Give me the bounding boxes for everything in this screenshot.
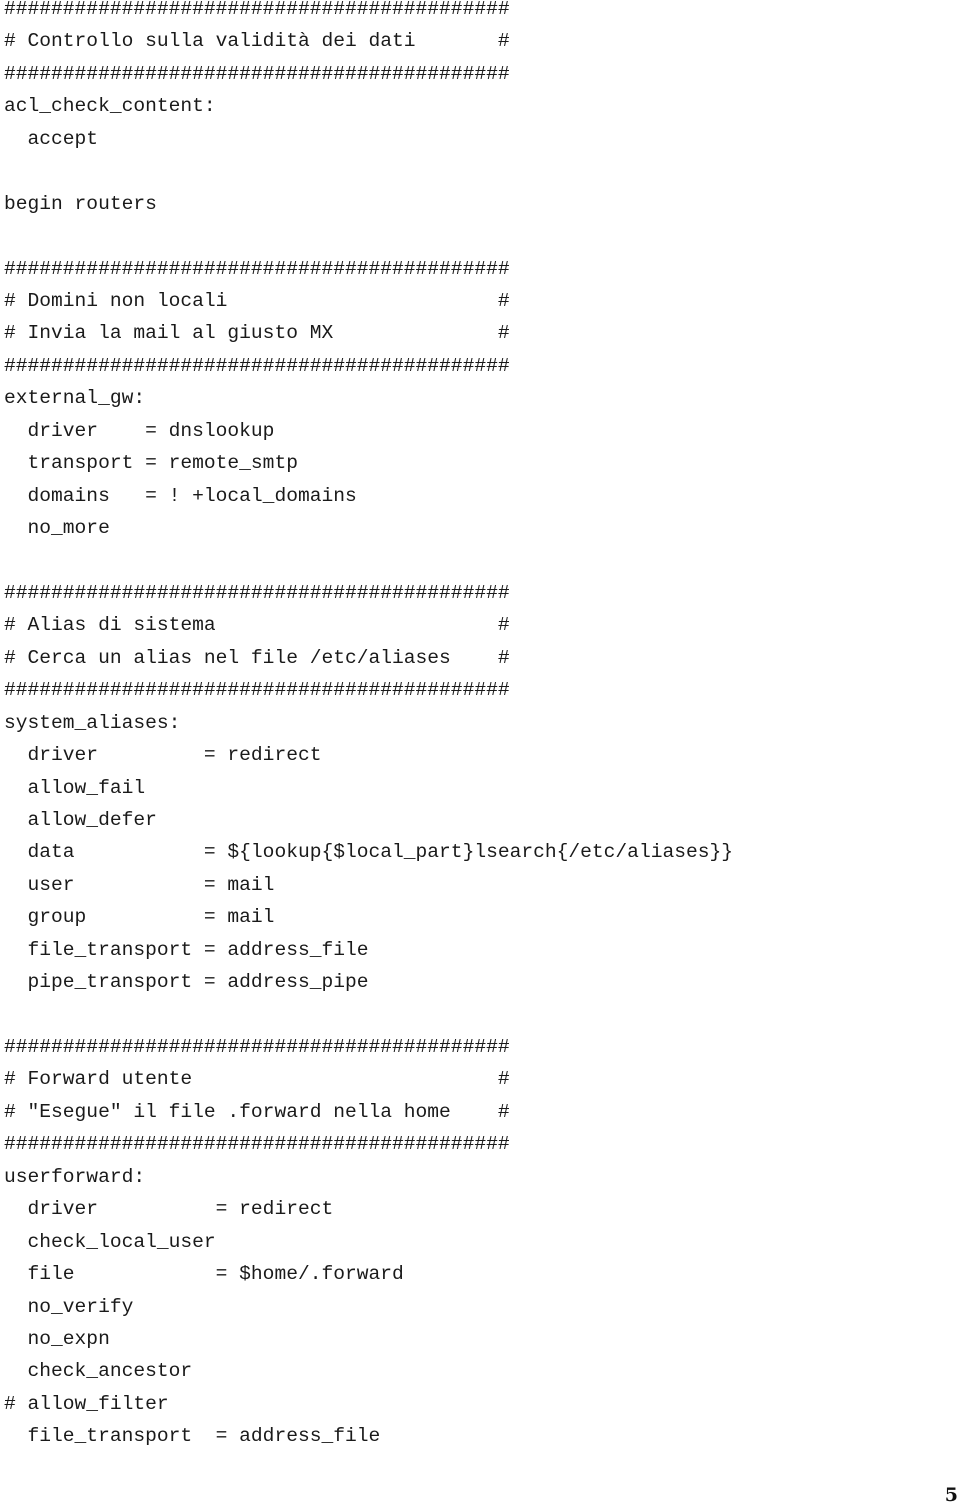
code-line: driver = redirect	[4, 1198, 334, 1221]
code-line: no_more	[4, 517, 110, 539]
code-line: check_ancestor	[4, 1360, 193, 1383]
code-line: user = mail	[4, 873, 275, 896]
code-line: allow_fail	[4, 776, 146, 799]
code-line: ########################################…	[4, 1133, 510, 1156]
page-number: 5	[944, 1484, 958, 1506]
code-line: ########################################…	[4, 1036, 510, 1058]
code-line: ########################################…	[4, 354, 510, 377]
code-line: group = mail	[4, 906, 275, 929]
code-line: domains = ! +local_domains	[4, 484, 357, 507]
code-line: file = $home/.forward	[4, 1263, 404, 1286]
code-line: # Controllo sulla validità dei dati #	[4, 30, 510, 53]
code-line: # Invia la mail al giusto MX #	[4, 322, 510, 345]
code-line: # Alias di sistema #	[4, 614, 510, 637]
code-line: # Forward utente #	[4, 1068, 510, 1091]
code-line: # "Esegue" il file .forward nella home #	[4, 1100, 510, 1123]
code-line: ########################################…	[4, 257, 510, 280]
code-line: file_transport = address_file	[4, 938, 369, 961]
code-line: no_expn	[4, 1327, 110, 1350]
code-line: allow_defer	[4, 808, 157, 831]
code-line: ########################################…	[4, 679, 510, 702]
code-line: transport = remote_smtp	[4, 452, 298, 475]
code-line: external_gw:	[4, 387, 146, 410]
code-line: # allow_filter	[4, 1392, 169, 1415]
code-line: driver = redirect	[4, 744, 322, 767]
code-line: ########################################…	[4, 62, 510, 85]
code-line: # Cerca un alias nel file /etc/aliases #	[4, 646, 510, 669]
code-line: userforward:	[4, 1165, 146, 1188]
code-line: ########################################…	[4, 0, 510, 20]
code-line: check_local_user	[4, 1230, 216, 1253]
code-line: file_transport = address_file	[4, 1425, 381, 1448]
code-line: data = ${lookup{$local_part}lsearch{/etc…	[4, 841, 734, 864]
code-line: begin routers	[4, 192, 157, 215]
code-line: no_verify	[4, 1295, 134, 1318]
code-line: ########################################…	[4, 581, 510, 604]
code-line: # Domini non locali #	[4, 289, 510, 312]
config-code-listing: ########################################…	[4, 0, 733, 1453]
code-line: acl_check_content:	[4, 95, 216, 118]
code-line: driver = dnslookup	[4, 419, 275, 442]
code-line: pipe_transport = address_pipe	[4, 971, 369, 994]
code-line: system_aliases:	[4, 711, 181, 734]
code-line: accept	[4, 127, 99, 150]
